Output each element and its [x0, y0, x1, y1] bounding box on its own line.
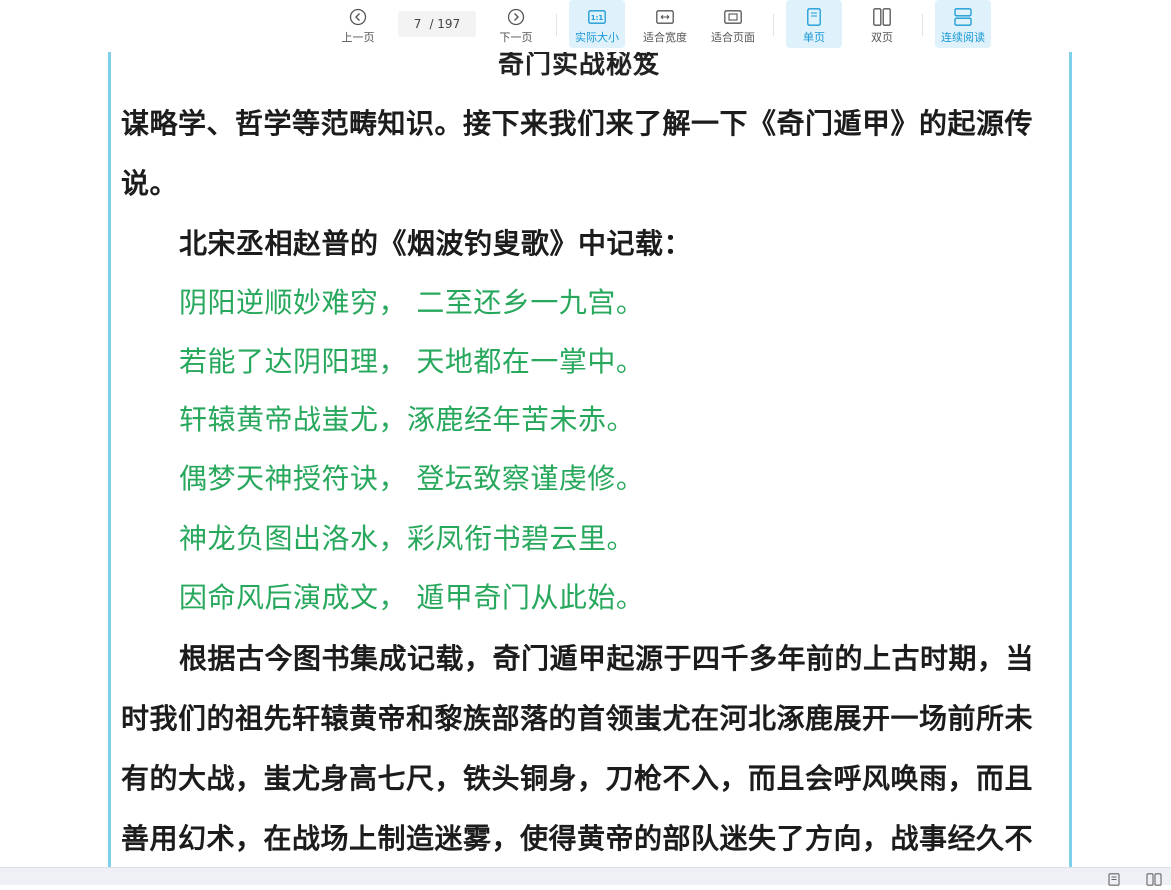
text-line: 善用幻术，在战场上制造迷雾，使得黄帝的部队迷失了方向，战事经久不	[121, 822, 1034, 855]
chevron-left-circle-icon	[348, 7, 368, 27]
status-bar	[0, 867, 1171, 886]
single-page-view-icon[interactable]	[1108, 871, 1122, 886]
current-page-input[interactable]: 7	[414, 17, 422, 31]
double-page-view-icon[interactable]	[1146, 871, 1162, 886]
text-line: 说。	[121, 167, 179, 200]
fit-width-button[interactable]: 适合宽度	[637, 0, 693, 48]
poem-line: 轩辕黄帝战蚩尤，涿鹿经年苦未赤。	[179, 403, 636, 436]
text-line: 根据古今图书集成记载，奇门遁甲起源于四千多年前的上古时期，当	[179, 642, 1035, 675]
poem-line: 阴阳逆顺妙难穷， 二至还乡一九宫。	[179, 286, 645, 319]
prev-page-button[interactable]: 上一页	[334, 0, 382, 48]
actual-size-button[interactable]: 1:1 实际大小	[569, 0, 625, 48]
prev-page-label: 上一页	[341, 31, 375, 44]
poem-line: 偶梦天神授符诀， 登坛致察谨虔修。	[179, 462, 645, 495]
continuous-reading-button[interactable]: 连续阅读	[935, 0, 991, 48]
toolbar-divider	[773, 14, 774, 36]
single-page-button[interactable]: 单页	[786, 0, 842, 48]
total-pages: / 197	[429, 17, 461, 31]
single-page-label: 单页	[803, 31, 825, 44]
page-number-field[interactable]: 7 / 197	[398, 11, 476, 37]
next-page-label: 下一页	[499, 31, 533, 44]
fit-page-label: 适合页面	[711, 31, 755, 44]
text-line: 北宋丞相赵普的《烟波钓叟歌》中记载：	[179, 227, 693, 260]
viewer-toolbar: 上一页 7 / 197 下一页 1:1 实际大小 适合宽度 适合页面 单页 双页…	[0, 0, 1171, 52]
document-viewer[interactable]: 奇门实战秘笈 谋略学、哲学等范畴知识。接下来我们来了解一下《奇门遁甲》的起源传 …	[0, 52, 1171, 867]
double-page-button[interactable]: 双页	[854, 0, 910, 48]
toolbar-divider	[922, 14, 923, 36]
next-page-button[interactable]: 下一页	[492, 0, 540, 48]
poem-line: 神龙负图出洛水，彩凤衔书碧云里。	[179, 522, 636, 555]
text-line: 谋略学、哲学等范畴知识。接下来我们来了解一下《奇门遁甲》的起源传	[121, 107, 1034, 140]
fit-page-button[interactable]: 适合页面	[705, 0, 761, 48]
double-page-icon	[872, 7, 892, 27]
actual-size-icon-text: 1:1	[591, 14, 604, 22]
single-page-icon	[804, 7, 824, 27]
continuous-reading-label: 连续阅读	[941, 31, 985, 44]
fit-width-icon	[655, 7, 675, 27]
fit-width-label: 适合宽度	[643, 31, 687, 44]
text-line: 有的大战，蚩尤身高七尺，铁头铜身，刀枪不入，而且会呼风唤雨，而且	[121, 762, 1034, 795]
text-line: 时我们的祖先轩辕黄帝和黎族部落的首领蚩尤在河北涿鹿展开一场前所未	[121, 702, 1034, 735]
actual-size-label: 实际大小	[575, 31, 619, 44]
chevron-right-circle-icon	[506, 7, 526, 27]
fit-page-icon	[723, 7, 743, 27]
poem-line: 若能了达阴阳理， 天地都在一掌中。	[179, 345, 645, 378]
actual-size-icon: 1:1	[587, 7, 607, 27]
double-page-label: 双页	[871, 31, 893, 44]
continuous-reading-icon	[953, 7, 973, 27]
poem-line: 因命风后演成文， 遁甲奇门从此始。	[179, 581, 645, 614]
page-header-title: 奇门实战秘笈	[498, 52, 661, 80]
toolbar-divider	[556, 14, 557, 36]
